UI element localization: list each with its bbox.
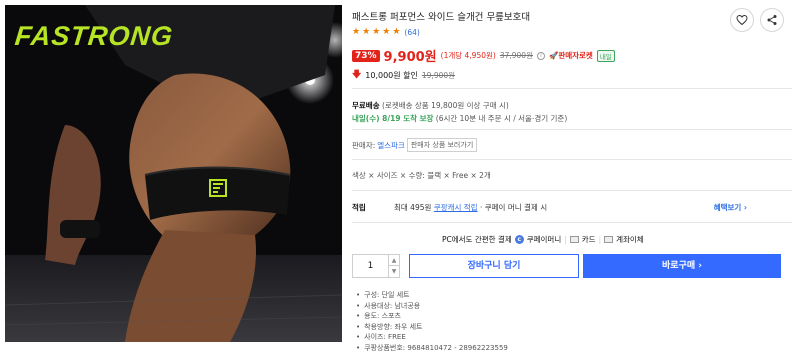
chevron-down-icon[interactable]: ▼ bbox=[389, 266, 399, 277]
star-icon: ★ bbox=[382, 27, 391, 37]
coupay-icon: c bbox=[514, 235, 524, 244]
points-condition: · 쿠페이 머니 결제 시 bbox=[477, 203, 548, 212]
tomorrow-badge: 내일 bbox=[596, 49, 615, 62]
product-image[interactable]: FASTRONG bbox=[5, 5, 342, 342]
quantity-input[interactable]: 1 bbox=[353, 255, 389, 277]
star-icon: ★ bbox=[372, 27, 381, 37]
coupay-label: 쿠페이머니 bbox=[526, 235, 562, 244]
separator: | bbox=[564, 235, 567, 244]
divider bbox=[352, 159, 792, 160]
runner-illustration bbox=[5, 5, 342, 342]
wishlist-button[interactable] bbox=[730, 8, 754, 32]
transfer-label: 계좌이체 bbox=[616, 235, 644, 244]
buy-now-button[interactable]: 바로구매 › bbox=[583, 254, 781, 278]
list-item: 착용방향: 좌우 세트 bbox=[356, 322, 508, 333]
points-amount: 최대 495원 bbox=[394, 203, 432, 212]
price-row: 73% 9,900원 (1개당 4,950원) 37,900원 i 🚀판매자로켓… bbox=[352, 46, 615, 65]
sale-price: 9,900원 bbox=[383, 50, 437, 65]
free-shipping-condition: (로켓배송 상품 19,800원 이상 구매 시) bbox=[382, 101, 509, 110]
separator: | bbox=[598, 235, 602, 244]
shipping-eta: 내일(수) 8/19 도착 보장 (6시간 10분 내 주문 시 / 서울⋅경기… bbox=[352, 113, 567, 124]
eta-date: 내일(수) 8/19 도착 보장 bbox=[352, 114, 434, 123]
divider bbox=[352, 222, 792, 223]
coupon-row: 🡇 10,000원 할인 19,900원 bbox=[352, 67, 455, 83]
card-icon bbox=[569, 236, 579, 243]
attribute-list: 구성: 단일 세트 사용대상: 남녀공용 용도: 스포츠 착용방향: 좌우 세트… bbox=[356, 290, 508, 353]
divider bbox=[352, 190, 792, 191]
brand-logo: FASTRONG bbox=[13, 21, 175, 51]
payment-row: PC에서도 간편한 결제 c 쿠페이머니 | 카드 | 계좌이체 bbox=[442, 234, 644, 245]
arrow-down-icon: 🡇 bbox=[352, 70, 362, 80]
coupon-discount: 10,000원 할인 bbox=[365, 70, 418, 80]
option-summary: 색상 × 사이즈 × 수량: 블랙 × Free × 2개 bbox=[352, 171, 491, 180]
coupang-cash-link[interactable]: 쿠팡캐시 적립 bbox=[434, 203, 478, 212]
product-title: 패스트롱 퍼포먼스 와이드 슬개건 무릎보호대 bbox=[352, 12, 531, 23]
card-label: 카드 bbox=[581, 235, 596, 244]
quantity-stepper[interactable]: 1 ▲ ▼ bbox=[352, 254, 400, 278]
seller-row: 판매자: 엘스파크 판매자 상품 보러가기 bbox=[352, 138, 478, 152]
share-icon bbox=[767, 15, 777, 25]
unit-price: (1개당 4,950원) bbox=[440, 51, 496, 60]
points-value: 최대 495원 쿠팡캐시 적립 · 쿠페이 머니 결제 시 bbox=[394, 202, 547, 213]
rating[interactable]: ★ ★ ★ ★ ★ (64) bbox=[352, 27, 420, 38]
benefits-link[interactable]: 혜택보기 › bbox=[714, 202, 747, 213]
review-count[interactable]: (64) bbox=[404, 28, 419, 37]
list-item: 사용대상: 남녀공용 bbox=[356, 301, 508, 312]
eta-condition: (6시간 10분 내 주문 시 / 서울⋅경기 기준) bbox=[435, 114, 568, 123]
chevron-up-icon[interactable]: ▲ bbox=[389, 255, 399, 266]
list-item: 구성: 단일 세트 bbox=[356, 290, 508, 301]
seller-name-link[interactable]: 엘스파크 bbox=[377, 140, 405, 151]
list-item: 사이즈: FREE bbox=[356, 332, 508, 343]
star-icon: ★ bbox=[352, 27, 361, 37]
original-price: 37,900원 bbox=[499, 51, 533, 60]
list-item: 용도: 스포츠 bbox=[356, 311, 508, 322]
heart-icon bbox=[736, 14, 748, 26]
discount-badge: 73% bbox=[352, 49, 380, 62]
rocket-badge: 🚀판매자로켓 bbox=[548, 51, 593, 60]
divider bbox=[352, 129, 792, 130]
info-icon[interactable]: i bbox=[536, 51, 545, 60]
product-info-panel: 패스트롱 퍼포먼스 와이드 슬개건 무릎보호대 ★ ★ ★ ★ ★ (64) 7… bbox=[352, 0, 792, 358]
free-shipping-label: 무료배송 bbox=[352, 101, 380, 110]
bank-icon bbox=[604, 236, 614, 243]
share-button[interactable] bbox=[760, 8, 784, 32]
seller-label: 판매자: bbox=[352, 140, 376, 150]
star-icon: ★ bbox=[392, 27, 401, 37]
coupon-original-price: 19,900원 bbox=[421, 70, 456, 80]
payment-text: PC에서도 간편한 결제 bbox=[442, 235, 512, 244]
divider bbox=[352, 88, 792, 89]
rocket-label: 판매자로켓 bbox=[558, 51, 593, 60]
shipping-free: 무료배송 (로켓배송 상품 19,800원 이상 구매 시) bbox=[352, 100, 509, 111]
action-buttons bbox=[730, 8, 784, 32]
points-label: 적립 bbox=[352, 203, 366, 212]
add-to-cart-button[interactable]: 장바구니 담기 bbox=[409, 254, 579, 278]
list-item: 쿠팡상품번호: 9684810472 - 28962223559 bbox=[356, 343, 508, 354]
seller-products-button[interactable]: 판매자 상품 보러가기 bbox=[406, 138, 478, 152]
star-icon: ★ bbox=[362, 27, 371, 37]
